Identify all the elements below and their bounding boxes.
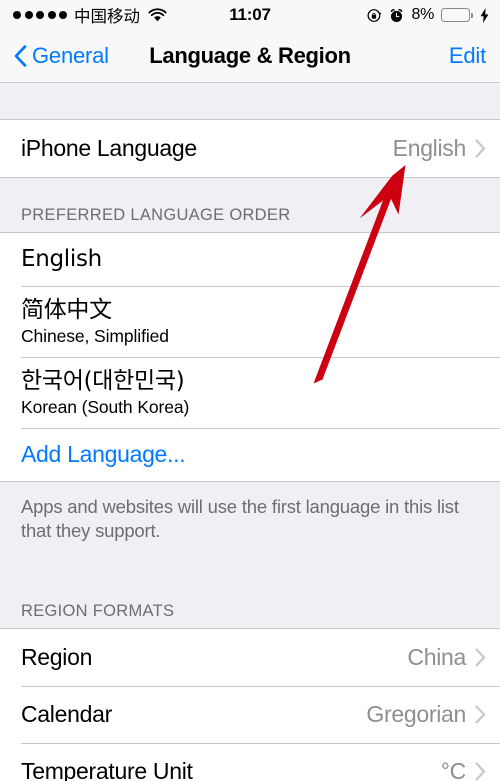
language-primary-name: 한국어(대한민국)	[21, 367, 185, 394]
alarm-clock-icon	[389, 8, 404, 23]
region-formats-group: Region China Calendar Gregorian Temperat…	[0, 627, 500, 781]
section-header-preferred-language-order: PREFERRED LANGUAGE ORDER	[0, 178, 500, 232]
row-accessory: Gregorian	[366, 701, 486, 728]
row-label: Region	[21, 643, 93, 670]
row-label: iPhone Language	[21, 135, 197, 161]
section-header-region-formats: REGION FORMATS	[0, 573, 500, 628]
row-value: °C	[440, 757, 467, 781]
row-accessory: China	[407, 644, 486, 671]
status-bar-left: 中国移动	[13, 3, 167, 27]
row-temperature-unit[interactable]: Temperature Unit °C	[0, 742, 500, 781]
list-item-language-chinese[interactable]: 简体中文 Chinese, Simplified	[0, 286, 500, 357]
language-secondary-name: Chinese, Simplified	[21, 326, 169, 347]
lightning-bolt-icon	[477, 7, 489, 23]
row-calendar[interactable]: Calendar Gregorian	[0, 685, 500, 743]
row-accessory: °C	[441, 758, 486, 781]
language-secondary-name: Korean (South Korea)	[21, 396, 190, 417]
section-footer-preferred-language-order: Apps and websites will use the first lan…	[0, 481, 500, 574]
battery-icon	[441, 8, 473, 22]
iphone-settings-screen: 中国移动 11:07 8% General Language & Region …	[0, 0, 500, 781]
add-language-label: Add Language...	[21, 440, 186, 467]
chevron-right-icon	[475, 648, 486, 667]
back-button-general[interactable]: General	[14, 43, 109, 69]
battery-percentage: 8%	[411, 6, 434, 23]
back-button-label: General	[32, 43, 109, 68]
rotation-lock-icon	[367, 8, 382, 23]
row-accessory: English	[393, 135, 486, 162]
top-spacer	[0, 83, 500, 119]
row-value: English	[392, 135, 467, 161]
preferred-language-group: English 简体中文 Chinese, Simplified 한국어(대한민…	[0, 232, 500, 482]
navigation-bar: General Language & Region Edit	[0, 30, 500, 83]
status-bar: 中国移动 11:07 8%	[0, 0, 500, 30]
chevron-left-icon	[14, 45, 27, 67]
status-bar-right: 8%	[367, 6, 489, 24]
chevron-right-icon	[475, 139, 486, 158]
chevron-right-icon	[475, 762, 486, 781]
add-language-button[interactable]: Add Language...	[0, 427, 500, 481]
iphone-language-group: iPhone Language English	[0, 119, 500, 178]
list-item-language-english[interactable]: English	[0, 233, 500, 286]
edit-button[interactable]: Edit	[449, 43, 486, 69]
row-value: Gregorian	[366, 700, 466, 727]
language-primary-name: English	[21, 245, 102, 272]
wifi-icon	[147, 7, 167, 23]
status-bar-clock: 11:07	[229, 5, 271, 24]
row-label: Calendar	[21, 700, 112, 727]
row-label: Temperature Unit	[21, 757, 193, 781]
carrier-name: 中国移动	[74, 7, 140, 26]
list-item-language-korean[interactable]: 한국어(대한민국) Korean (South Korea)	[0, 356, 500, 428]
row-value: China	[407, 643, 466, 670]
row-region[interactable]: Region China	[0, 628, 500, 686]
language-primary-name: 简体中文	[21, 297, 112, 323]
signal-strength-dots	[13, 11, 67, 19]
row-iphone-language[interactable]: iPhone Language English	[0, 120, 500, 177]
chevron-right-icon	[475, 705, 486, 724]
